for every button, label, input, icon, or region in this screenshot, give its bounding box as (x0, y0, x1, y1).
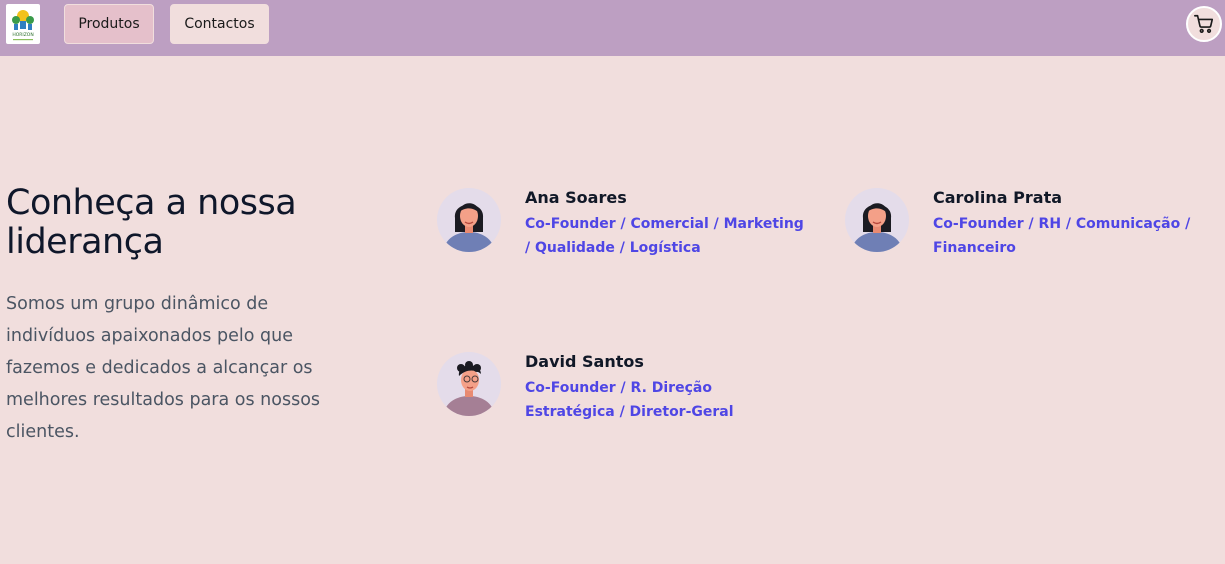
member-role: Co-Founder / Comercial / Marketing / Qua… (525, 216, 804, 256)
top-navbar: HORIZON Produtos Contactos (0, 0, 1225, 56)
cart-button[interactable] (1186, 6, 1222, 42)
woman-avatar-icon (845, 188, 909, 252)
member-name: David Santos (525, 352, 644, 371)
team-member-card: Carolina Prata Co-Founder / RH / Comunic… (845, 188, 1225, 268)
man-avatar-icon (437, 352, 501, 416)
member-role: Co-Founder / RH / Comunicação / Financei… (933, 216, 1191, 256)
company-logo[interactable]: HORIZON (6, 4, 40, 44)
contactos-button[interactable]: Contactos (170, 4, 269, 44)
member-name: Ana Soares (525, 188, 627, 207)
cart-icon (1194, 14, 1214, 33)
produtos-button[interactable]: Produtos (64, 4, 154, 44)
page-description: Somos um grupo dinâmico de indivíduos ap… (6, 294, 321, 442)
woman-avatar-icon (437, 188, 501, 252)
member-role: Co-Founder / R. Direção Estratégica / Di… (525, 380, 734, 420)
member-name: Carolina Prata (933, 188, 1063, 207)
page-title: Conheça a nossa liderança (6, 183, 297, 262)
team-member-card: David Santos Co-Founder / R. Direção Est… (437, 352, 817, 432)
team-member-card: Ana Soares Co-Founder / Comercial / Mark… (437, 188, 817, 268)
logo-text: HORIZON (12, 32, 33, 38)
